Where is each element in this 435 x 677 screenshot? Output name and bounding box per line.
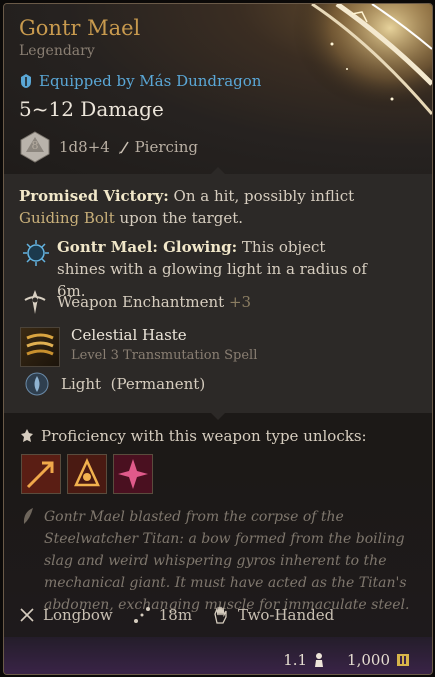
piercing-shot-icon[interactable]	[21, 454, 61, 494]
proficiency-heading: Proficiency with this weapon type unlock…	[19, 427, 367, 445]
equipped-by: Equipped by Más Dundragon	[19, 72, 261, 90]
gold-coin-icon	[397, 654, 409, 666]
spell-name: Celestial Haste	[71, 326, 187, 344]
glowing-name: Gontr Mael: Glowing:	[57, 238, 238, 256]
light-effect: Light (Permanent)	[61, 373, 205, 395]
weapon-properties: Longbow 18m Two-Handed	[19, 605, 354, 625]
weapon-range: 18m	[133, 606, 192, 624]
die-face: 8	[31, 139, 39, 152]
promised-victory-passive: Promised Victory: On a hit, possibly inf…	[19, 185, 369, 229]
guiding-bolt-link[interactable]: Guiding Bolt	[19, 209, 115, 227]
weight-value-row: 1.1 1,000	[283, 651, 410, 669]
damage-type-label: Piercing	[134, 138, 198, 156]
proficiency-icon	[21, 429, 33, 442]
damage-dice: 1d8+4	[59, 138, 110, 156]
damage-dice-row: 8 1d8+4 Piercing	[19, 131, 198, 163]
longbow-icon	[20, 608, 34, 622]
mobile-shot-icon[interactable]	[67, 454, 107, 494]
weapon-handedness: Two-Handed	[212, 605, 334, 625]
item-lore: Gontr Mael blasted from the corpse of th…	[44, 509, 410, 613]
weight-icon	[315, 653, 324, 667]
weapon-enchantment-icon	[24, 290, 46, 314]
promised-text-b: upon the target.	[114, 209, 243, 227]
character-helm-icon	[21, 74, 31, 88]
piercing-icon	[118, 141, 129, 154]
bow-artwork-icon	[292, 4, 432, 124]
enchantment-label: Weapon Enchantment	[57, 293, 225, 311]
promised-text-a: On a hit, possibly inflict	[168, 187, 355, 205]
promised-victory-name: Promised Victory:	[19, 187, 169, 205]
light-duration: (Permanent)	[110, 375, 206, 393]
hamstring-shot-icon[interactable]	[113, 454, 153, 494]
damage-type: Piercing	[118, 138, 198, 156]
light-spell-icon	[25, 372, 49, 396]
weapon-range-label: 18m	[158, 606, 193, 624]
light-label: Light	[61, 375, 102, 393]
damage-range: 5~12 Damage	[19, 97, 164, 121]
d8-die-icon: 8	[19, 131, 51, 163]
item-rarity: Legendary	[19, 43, 95, 59]
proficiency-actions	[21, 454, 153, 494]
proficiency-label: Proficiency with this weapon type unlock…	[41, 427, 367, 445]
equipped-label: Equipped by Más Dundragon	[39, 72, 262, 90]
two-handed-icon	[214, 606, 227, 624]
tooltip-header: Gontr Mael Legendary Equipped by Más Dun…	[4, 4, 432, 174]
item-value: 1,000	[347, 651, 390, 669]
handedness-label: Two-Handed	[238, 606, 335, 624]
weapon-type-label: Longbow	[43, 606, 113, 624]
range-icon	[133, 607, 150, 623]
spell-level: Level 3 Transmutation Spell	[71, 348, 258, 363]
weapon-type: Longbow	[19, 606, 113, 624]
section-divider-caret	[211, 167, 225, 174]
item-name: Gontr Mael	[19, 16, 141, 40]
glowing-light-icon	[23, 240, 49, 266]
item-tooltip: Gontr Mael Legendary Equipped by Más Dun…	[3, 3, 433, 675]
item-weight: 1.1	[283, 651, 308, 669]
feather-quill-icon	[23, 508, 33, 524]
weapon-enchantment: Weapon Enchantment +3	[57, 291, 251, 313]
celestial-haste-spell-icon[interactable]	[20, 327, 60, 367]
section-divider-caret-2	[211, 413, 225, 420]
enchantment-value: +3	[228, 293, 252, 311]
